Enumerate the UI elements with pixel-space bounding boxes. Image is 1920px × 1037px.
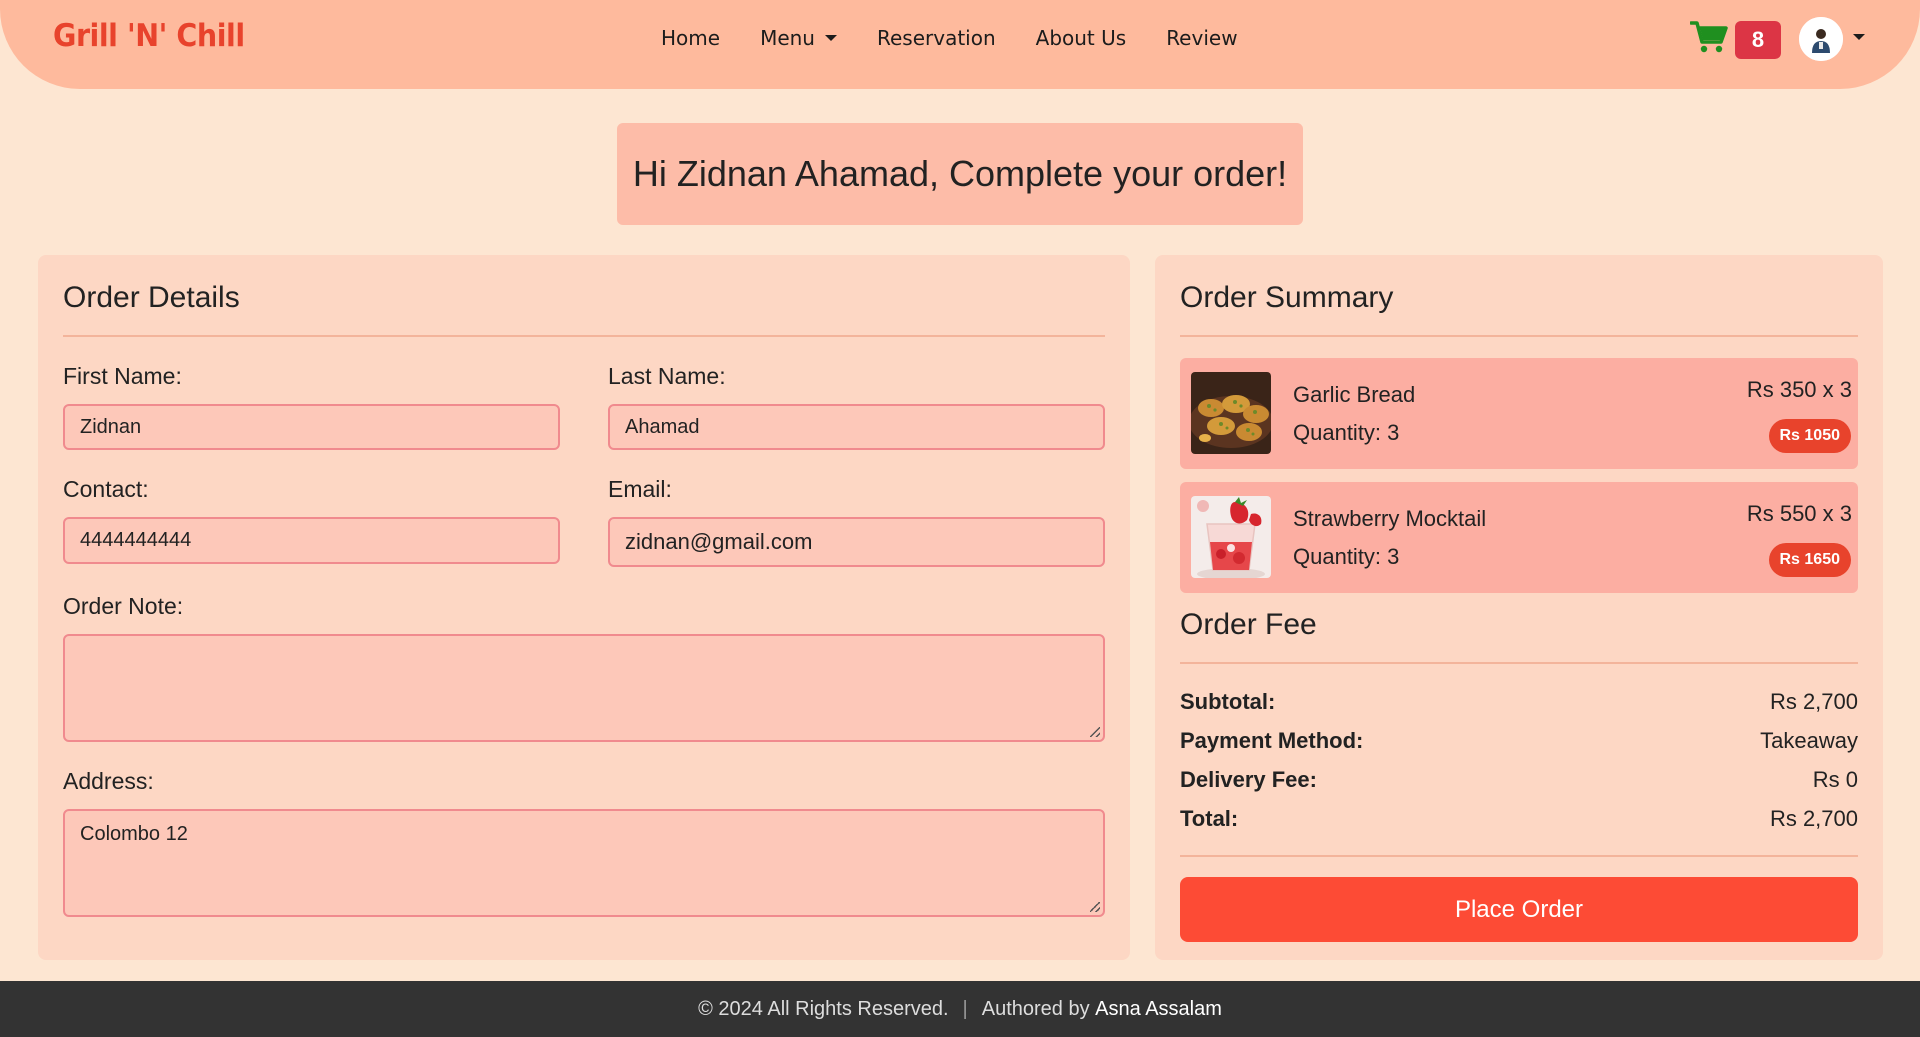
delivery-fee-row: Delivery Fee: Rs 0 — [1180, 767, 1858, 793]
divider — [63, 335, 1105, 337]
divider — [1180, 335, 1858, 337]
payment-method-row: Payment Method: Takeaway — [1180, 728, 1858, 754]
payment-method-label: Payment Method: — [1180, 728, 1364, 753]
item-price: Rs 550 x 3 — [1746, 501, 1852, 526]
footer: © 2024 All Rights Reserved. | Authored b… — [0, 981, 1920, 1037]
avatar[interactable] — [1799, 17, 1843, 61]
order-summary-title: Order Summary — [1180, 281, 1394, 314]
divider — [1180, 855, 1858, 857]
order-summary-card: Order Summary Garlic Bread Quantity: 3 R… — [1155, 255, 1883, 960]
order-note-label: Order Note: — [63, 593, 184, 619]
first-name-label: First Name: — [63, 363, 182, 389]
last-name-label: Last Name: — [608, 363, 726, 389]
total-row: Total: Rs 2,700 — [1180, 806, 1858, 832]
nav-menu-label: Menu — [760, 26, 815, 50]
subtotal-row: Subtotal: Rs 2,700 — [1180, 689, 1858, 715]
total-label: Total: — [1180, 806, 1239, 831]
cart-icon[interactable] — [1690, 20, 1728, 54]
nav-links: Home Menu Reservation About Us Review — [661, 26, 1278, 50]
greeting-banner: Hi Zidnan Ahamad, Complete your order! — [617, 123, 1303, 225]
address-value: Colombo 12 — [80, 823, 188, 845]
user-avatar-icon — [1799, 17, 1843, 61]
payment-method-value: Takeaway — [1760, 728, 1858, 753]
author-link[interactable]: Asna Assalam — [1095, 998, 1222, 1021]
resize-handle-icon[interactable] — [1090, 902, 1100, 912]
item-name: Strawberry Mocktail — [1293, 506, 1487, 531]
order-details-card: Order Details First Name: Zidnan Last Na… — [38, 255, 1130, 960]
item-quantity: Quantity: 3 — [1293, 420, 1400, 445]
garlic-bread-image — [1191, 372, 1271, 454]
order-fee-title: Order Fee — [1180, 608, 1317, 641]
item-price: Rs 350 x 3 — [1746, 377, 1852, 402]
total-value: Rs 2,700 — [1769, 806, 1858, 831]
order-item: Strawberry Mocktail Quantity: 3 Rs 550 x… — [1180, 482, 1858, 593]
contact-field[interactable]: 4444444444 — [63, 517, 560, 564]
nav-menu-dropdown[interactable]: Menu — [760, 26, 837, 50]
chevron-down-icon[interactable] — [1853, 34, 1865, 40]
order-note-textarea[interactable] — [63, 634, 1105, 742]
cart-count-badge[interactable]: 8 — [1735, 21, 1781, 59]
navbar: Grill 'N' Chill Home Menu Reservation Ab… — [0, 0, 1920, 89]
nav-home[interactable]: Home — [661, 26, 720, 50]
order-details-title: Order Details — [63, 281, 240, 314]
nav-review[interactable]: Review — [1166, 26, 1237, 50]
authored-by-text: Authored by — [981, 997, 1090, 1020]
copyright-text: © 2024 All Rights Reserved. — [698, 997, 949, 1020]
item-total-badge: Rs 1050 — [1768, 419, 1851, 453]
place-order-button[interactable]: Place Order — [1180, 877, 1858, 942]
order-item: Garlic Bread Quantity: 3 Rs 350 x 3 Rs 1… — [1180, 358, 1858, 469]
strawberry-mocktail-image — [1191, 496, 1271, 578]
nav-reservation[interactable]: Reservation — [877, 26, 996, 50]
item-total-badge: Rs 1650 — [1768, 543, 1851, 577]
nav-about-us[interactable]: About Us — [1036, 26, 1127, 50]
address-textarea[interactable]: Colombo 12 — [63, 809, 1105, 917]
subtotal-label: Subtotal: — [1180, 689, 1276, 714]
email-label: Email: — [608, 476, 672, 502]
address-label: Address: — [63, 768, 154, 794]
first-name-field[interactable]: Zidnan — [63, 404, 560, 450]
email-field[interactable]: zidnan@gmail.com — [608, 517, 1105, 567]
footer-separator: | — [962, 997, 968, 1020]
delivery-fee-label: Delivery Fee: — [1180, 767, 1317, 792]
delivery-fee-value: Rs 0 — [1812, 767, 1858, 792]
contact-label: Contact: — [63, 476, 149, 502]
subtotal-value: Rs 2,700 — [1769, 689, 1858, 714]
item-quantity: Quantity: 3 — [1293, 544, 1400, 569]
item-name: Garlic Bread — [1293, 382, 1416, 407]
resize-handle-icon[interactable] — [1090, 727, 1100, 737]
chevron-down-icon — [824, 35, 837, 41]
brand-logo[interactable]: Grill 'N' Chill — [53, 18, 245, 54]
last-name-field[interactable]: Ahamad — [608, 404, 1105, 450]
divider — [1180, 662, 1858, 664]
